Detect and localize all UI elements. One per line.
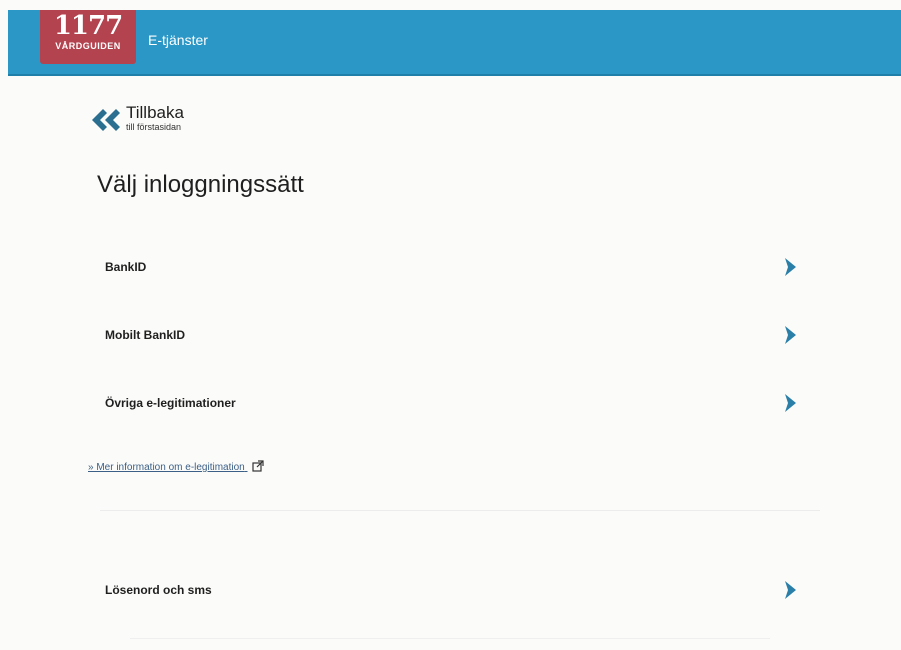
double-chevron-left-icon — [92, 109, 120, 131]
option-mobilt-bankid[interactable]: Mobilt BankID — [92, 310, 822, 360]
chevron-right-icon — [785, 258, 796, 276]
logo-subtitle: VÅRDGUIDEN — [55, 41, 121, 51]
option-label: BankID — [105, 260, 147, 274]
chevron-right-icon — [785, 394, 796, 412]
logo-1177-vardguiden[interactable]: 1177 VÅRDGUIDEN — [40, 10, 136, 64]
option-bankid[interactable]: BankID — [92, 242, 822, 292]
more-info-link[interactable]: » Mer information om e-legitimation — [88, 460, 264, 473]
more-info-link-text: » Mer information om e-legitimation — [88, 462, 245, 473]
back-link-subtitle: till förstasidan — [126, 122, 182, 132]
option-ovriga-e-legitimationer[interactable]: Övriga e-legitimationer — [92, 378, 822, 428]
chevron-right-icon — [785, 581, 796, 599]
header-title: E-tjänster — [148, 32, 208, 48]
back-link[interactable]: Tillbaka till förstasidan — [88, 104, 184, 133]
back-link-title: Tillbaka — [126, 103, 184, 122]
option-losenord-och-sms[interactable]: Lösenord och sms — [92, 565, 822, 615]
option-label: Övriga e-legitimationer — [105, 396, 236, 410]
option-label: Mobilt BankID — [105, 328, 185, 342]
page-title: Välj inloggningssätt — [97, 171, 304, 198]
header-bar: 1177 VÅRDGUIDEN E-tjänster — [8, 10, 901, 76]
chevron-right-icon — [785, 326, 796, 344]
bottom-divider — [130, 638, 770, 639]
page: 1177 VÅRDGUIDEN E-tjänster Tillbaka till… — [0, 0, 901, 650]
logo-number: 1177 — [53, 11, 123, 41]
option-label: Lösenord och sms — [105, 583, 212, 597]
back-link-text: Tillbaka till förstasidan — [126, 104, 184, 133]
external-link-icon — [251, 460, 264, 472]
section-divider — [100, 510, 820, 511]
